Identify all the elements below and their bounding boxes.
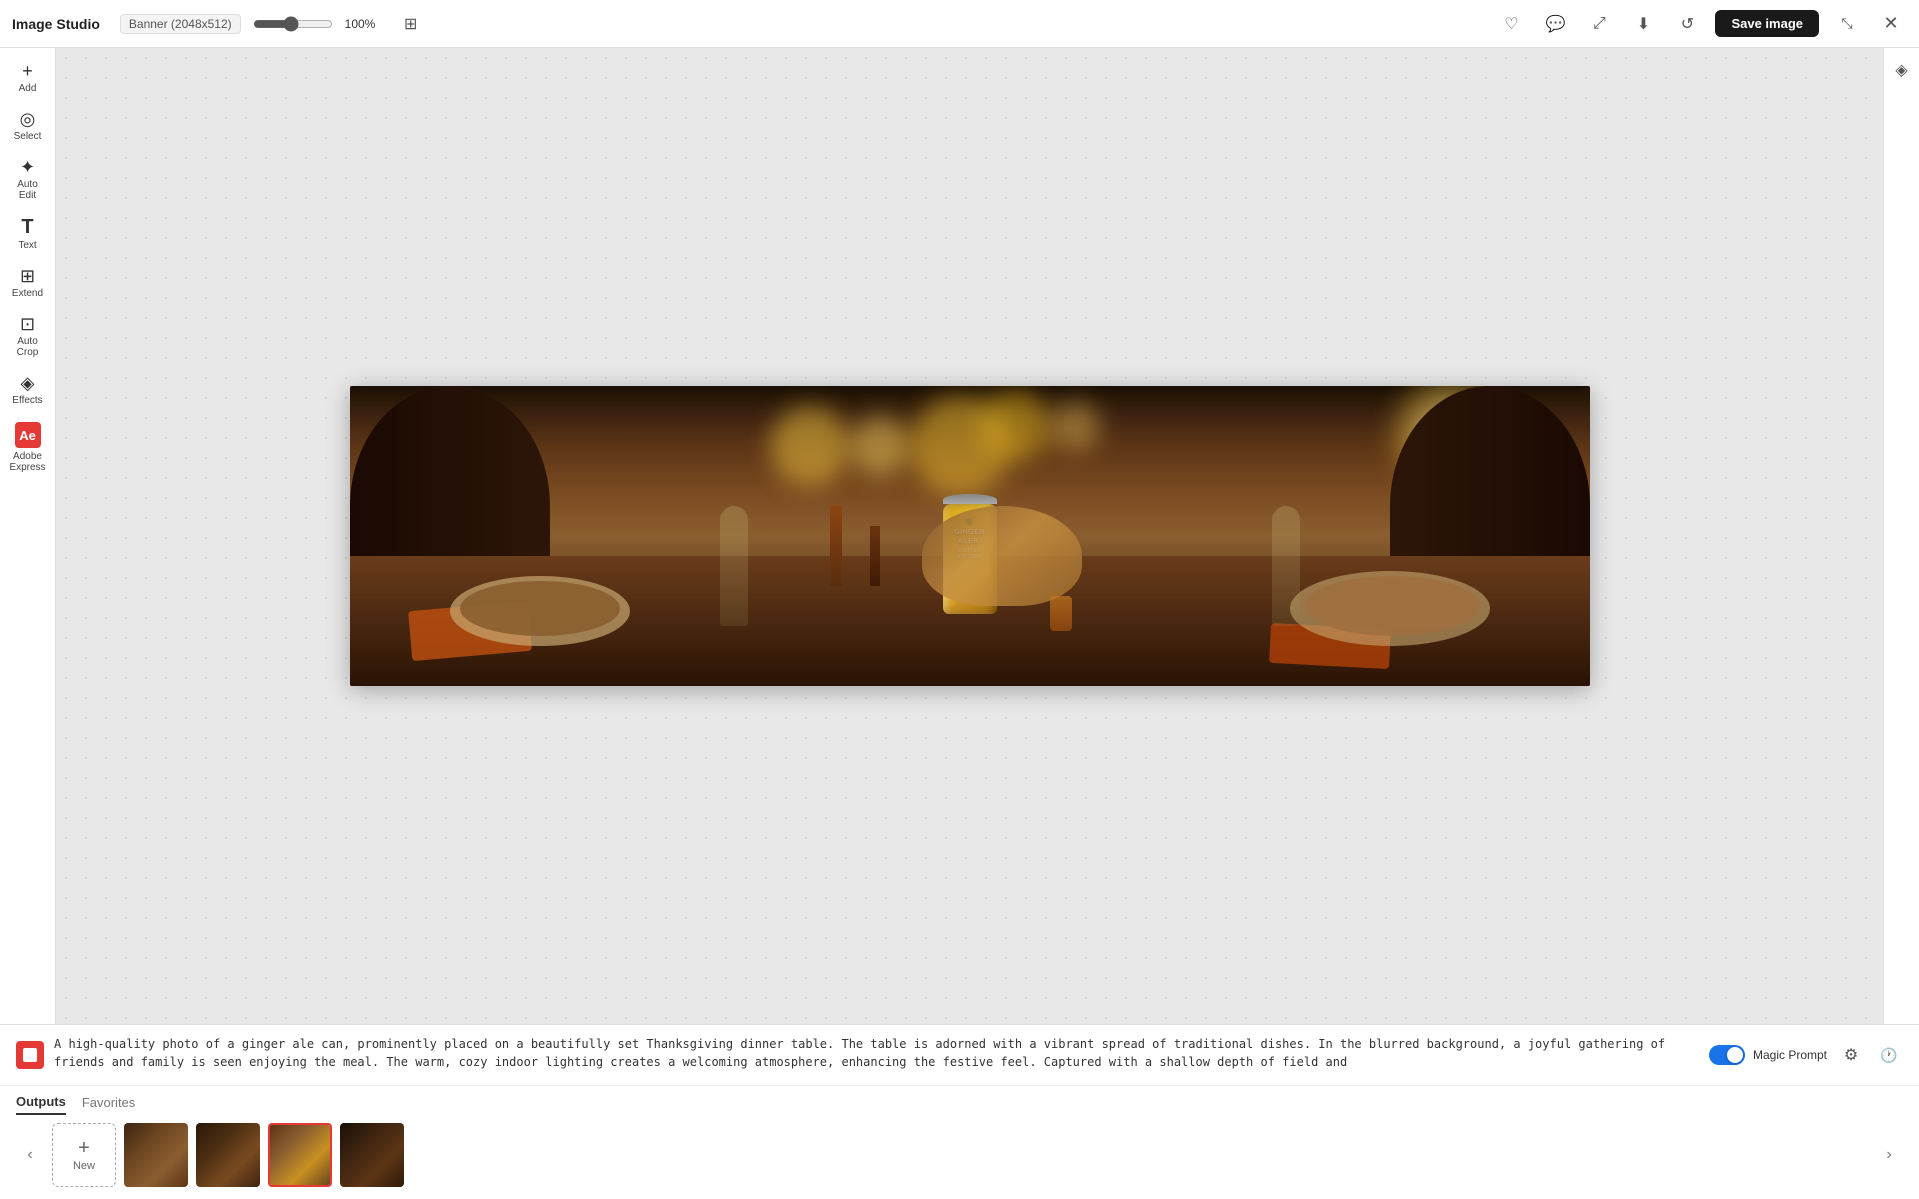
magic-prompt-toggle: Magic Prompt	[1709, 1045, 1827, 1065]
save-image-button[interactable]: Save image	[1715, 10, 1819, 37]
chevron-right-icon: ›	[1886, 1146, 1891, 1164]
close-icon: ✕	[1883, 13, 1898, 34]
thumbnail-4-image	[340, 1123, 404, 1187]
outputs-bar: Outputs Favorites	[0, 1086, 1919, 1119]
canvas-image: 🌿 GINGER ALER. LIMITED EDITION	[350, 386, 1590, 686]
new-label: New	[73, 1160, 95, 1172]
sidebar-tool-auto-crop[interactable]: ⊡ Auto Crop	[4, 309, 52, 364]
app-title: Image Studio	[12, 16, 100, 32]
sidebar-tool-adobe-express[interactable]: Ae Adobe Express	[4, 416, 52, 479]
magic-prompt-switch[interactable]	[1709, 1045, 1745, 1065]
close-button[interactable]: ✕	[1875, 8, 1907, 40]
adobe-express-icon: Ae	[15, 422, 41, 448]
magic-prompt-label: Magic Prompt	[1753, 1048, 1827, 1062]
thumbnail-3[interactable]	[268, 1123, 332, 1187]
prompt-history-button[interactable]: 🕐	[1875, 1041, 1903, 1069]
canvas-area: 🌿 GINGER ALER. LIMITED EDITION	[56, 48, 1883, 1024]
effects-icon: ◈	[21, 374, 35, 392]
prompt-textarea[interactable]: A high-quality photo of a ginger ale can…	[54, 1035, 1699, 1075]
select-icon: ◎	[20, 110, 36, 128]
prompt-icon-inner	[23, 1048, 37, 1062]
zoom-percent: 100%	[345, 17, 383, 31]
download-icon: ⬇	[1637, 14, 1650, 34]
prompt-icon	[16, 1041, 44, 1069]
auto-crop-icon: ⊡	[20, 315, 35, 333]
topbar: Image Studio Banner (2048x512) 100% ⊞ ♡ …	[0, 0, 1919, 48]
sidebar-tool-effects[interactable]: ◈ Effects	[4, 368, 52, 412]
sidebar-tool-auto-edit-label: Auto Edit	[8, 179, 48, 201]
left-sidebar: + Add ◎ Select ✦ Auto Edit T Text ⊞ Exte…	[0, 48, 56, 1024]
thumbnail-4[interactable]	[340, 1123, 404, 1187]
thumbnails-next-button[interactable]: ›	[1875, 1141, 1903, 1169]
zoom-slider[interactable]	[253, 16, 333, 32]
thumbnail-2[interactable]	[196, 1123, 260, 1187]
chevron-left-icon: ‹	[27, 1146, 32, 1164]
add-icon: +	[22, 62, 33, 80]
comment-icon: 💬	[1545, 14, 1565, 34]
new-generation-button[interactable]: + New	[52, 1123, 116, 1187]
sidebar-tool-auto-edit[interactable]: ✦ Auto Edit	[4, 152, 52, 207]
sidebar-tool-add[interactable]: + Add	[4, 56, 52, 100]
prompt-bar: A high-quality photo of a ginger ale can…	[0, 1025, 1919, 1086]
favorite-button[interactable]: ♡	[1495, 8, 1527, 40]
eraser-tool-button[interactable]: ◈	[1888, 56, 1916, 84]
fit-icon: ⊞	[404, 14, 417, 34]
sidebar-tool-effects-label: Effects	[12, 395, 42, 406]
main-layout: + Add ◎ Select ✦ Auto Edit T Text ⊞ Exte…	[0, 48, 1919, 1024]
thumbnails-prev-button[interactable]: ‹	[16, 1141, 44, 1169]
prompt-settings-button[interactable]: ⚙	[1837, 1041, 1865, 1069]
sidebar-tool-select[interactable]: ◎ Select	[4, 104, 52, 148]
download-button[interactable]: ⬇	[1627, 8, 1659, 40]
settings-icon: ⚙	[1844, 1045, 1858, 1065]
right-panel: ◈	[1883, 48, 1919, 1024]
sidebar-tool-extend[interactable]: ⊞ Extend	[4, 261, 52, 305]
thumbnail-1[interactable]	[124, 1123, 188, 1187]
auto-edit-icon: ✦	[20, 158, 35, 176]
new-plus-icon: +	[78, 1138, 90, 1158]
thumbnails-strip: ‹ + New ›	[0, 1119, 1919, 1199]
canvas-image-container: 🌿 GINGER ALER. LIMITED EDITION	[350, 386, 1590, 686]
outputs-tab[interactable]: Outputs	[16, 1094, 66, 1115]
heart-icon: ♡	[1504, 14, 1518, 34]
sidebar-tool-adobe-express-label: Adobe Express	[8, 451, 48, 473]
canvas-size-label: Banner (2048x512)	[120, 14, 241, 34]
history-icon: 🕐	[1880, 1047, 1897, 1064]
sidebar-tool-select-label: Select	[14, 131, 42, 142]
share-icon: ⤢	[1593, 15, 1606, 33]
text-icon: T	[21, 217, 33, 237]
refresh-button[interactable]: ↺	[1671, 8, 1703, 40]
thumbnail-3-image	[270, 1125, 330, 1185]
comment-button[interactable]: 💬	[1539, 8, 1571, 40]
thumbnail-1-image	[124, 1123, 188, 1187]
toggle-knob	[1727, 1047, 1743, 1063]
bottom-section: A high-quality photo of a ginger ale can…	[0, 1024, 1919, 1199]
sidebar-tool-extend-label: Extend	[12, 288, 43, 299]
eraser-icon: ◈	[1895, 60, 1907, 80]
favorites-tab[interactable]: Favorites	[82, 1095, 135, 1114]
expand-button[interactable]: ⤡	[1831, 8, 1863, 40]
thumbnail-2-image	[196, 1123, 260, 1187]
share-button[interactable]: ⤢	[1583, 8, 1615, 40]
expand-icon: ⤡	[1841, 15, 1852, 32]
refresh-icon: ↺	[1681, 14, 1694, 34]
sidebar-tool-auto-crop-label: Auto Crop	[8, 336, 48, 358]
extend-icon: ⊞	[20, 267, 35, 285]
sidebar-tool-text-label: Text	[18, 240, 36, 251]
sidebar-tool-text[interactable]: T Text	[4, 211, 52, 257]
fit-view-button[interactable]: ⊞	[395, 8, 427, 40]
sidebar-tool-add-label: Add	[19, 83, 37, 94]
